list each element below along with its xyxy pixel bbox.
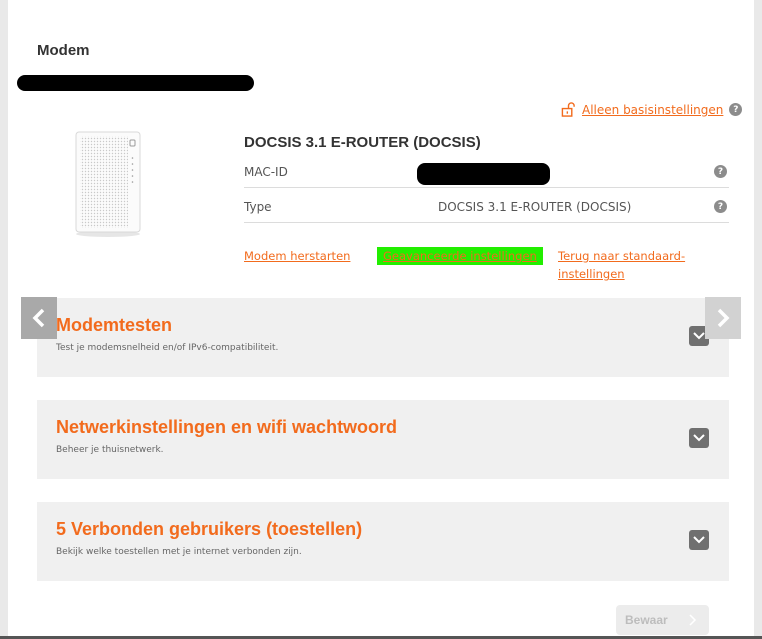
card-title: 5 Verbonden gebruikers (toestellen) (56, 519, 363, 539)
help-icon[interactable]: ? (729, 103, 743, 116)
chevron-left-icon (32, 308, 45, 328)
advanced-settings-link[interactable]: Geavanceerde instellingen (377, 247, 543, 265)
card-verbonden-gebruikers[interactable]: 5 Verbonden gebruikers (toestellen) Beki… (37, 502, 729, 581)
mac-id-label: MAC-ID (244, 165, 288, 179)
card-title: Netwerkinstellingen en wifi wachtwoord (56, 417, 398, 437)
card-subtitle: Beheer je thuisnetwerk. (56, 445, 164, 455)
type-label: Type (244, 200, 272, 214)
basic-settings-link[interactable]: Alleen basisinstellingen ? (561, 102, 743, 117)
help-icon[interactable]: ? (714, 165, 727, 178)
chevron-down-icon[interactable] (689, 530, 709, 550)
type-value: DOCSIS 3.1 E-ROUTER (DOCSIS) (438, 200, 632, 214)
card-subtitle: Test je modemsnelheid en/of IPv6-compati… (56, 343, 279, 353)
redacted-account-bar (17, 75, 254, 91)
modem-device-image (75, 131, 141, 237)
redacted-mac-id (417, 163, 550, 185)
card-netwerkinstellingen[interactable]: Netwerkinstellingen en wifi wachtwoord B… (37, 400, 729, 479)
arrow-right-icon (689, 614, 697, 626)
card-subtitle: Bekijk welke toestellen met je internet … (56, 547, 302, 557)
type-row: Type DOCSIS 3.1 E-ROUTER (DOCSIS) ? (244, 189, 729, 223)
card-modemtesten[interactable]: Modemtesten Test je modemsnelheid en/of … (37, 298, 729, 377)
reset-defaults-link[interactable]: Terug naar standaard- (558, 247, 685, 265)
lock-open-icon (561, 102, 575, 117)
card-title: Modemtesten (56, 315, 173, 335)
save-button-label: Bewaar (625, 613, 668, 627)
carousel-next-button[interactable] (705, 297, 741, 339)
carousel-prev-button[interactable] (21, 297, 57, 339)
help-icon[interactable]: ? (714, 200, 727, 213)
chevron-down-icon[interactable] (689, 428, 709, 448)
save-button[interactable]: Bewaar (616, 605, 709, 635)
basic-settings-label[interactable]: Alleen basisinstellingen (582, 103, 723, 117)
reset-defaults-link-line2[interactable]: instellingen (558, 265, 625, 283)
page-title: Modem (37, 42, 90, 59)
restart-modem-link[interactable]: Modem herstarten (244, 247, 350, 265)
product-name: DOCSIS 3.1 E-ROUTER (DOCSIS) (244, 134, 481, 151)
chevron-right-icon (717, 308, 730, 328)
